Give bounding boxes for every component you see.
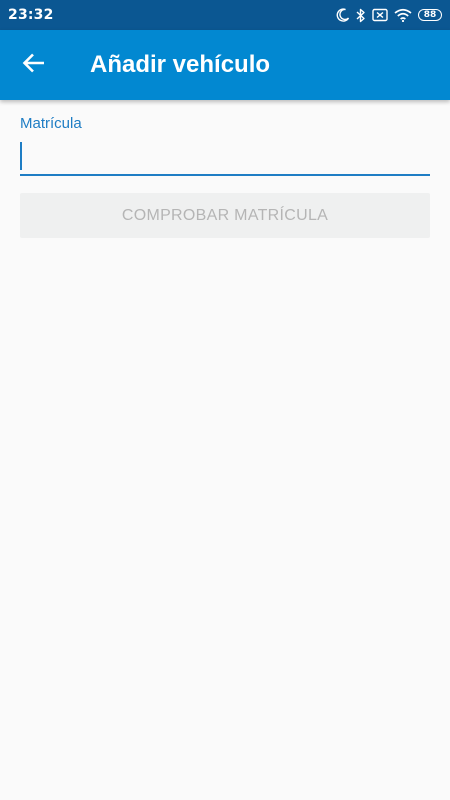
status-bar: 23:32 88 <box>0 0 450 30</box>
plate-field-label: Matrícula <box>20 115 82 132</box>
text-cursor <box>20 142 22 170</box>
battery-level: 88 <box>418 9 442 21</box>
arrow-back-icon[interactable] <box>22 52 46 79</box>
sim-off-icon <box>372 8 388 22</box>
back-button[interactable] <box>18 51 50 79</box>
check-plate-button[interactable]: COMPROBAR MATRÍCULA <box>20 193 430 238</box>
moon-icon <box>336 8 350 22</box>
status-icons: 88 <box>336 8 442 23</box>
wifi-icon <box>394 8 412 22</box>
app-bar: Añadir vehículo <box>0 30 450 100</box>
page-title: Añadir vehículo <box>90 51 271 78</box>
status-time: 23:32 <box>8 7 54 23</box>
bluetooth-icon <box>356 8 366 23</box>
plate-input[interactable] <box>20 140 430 176</box>
battery-icon: 88 <box>418 9 442 21</box>
